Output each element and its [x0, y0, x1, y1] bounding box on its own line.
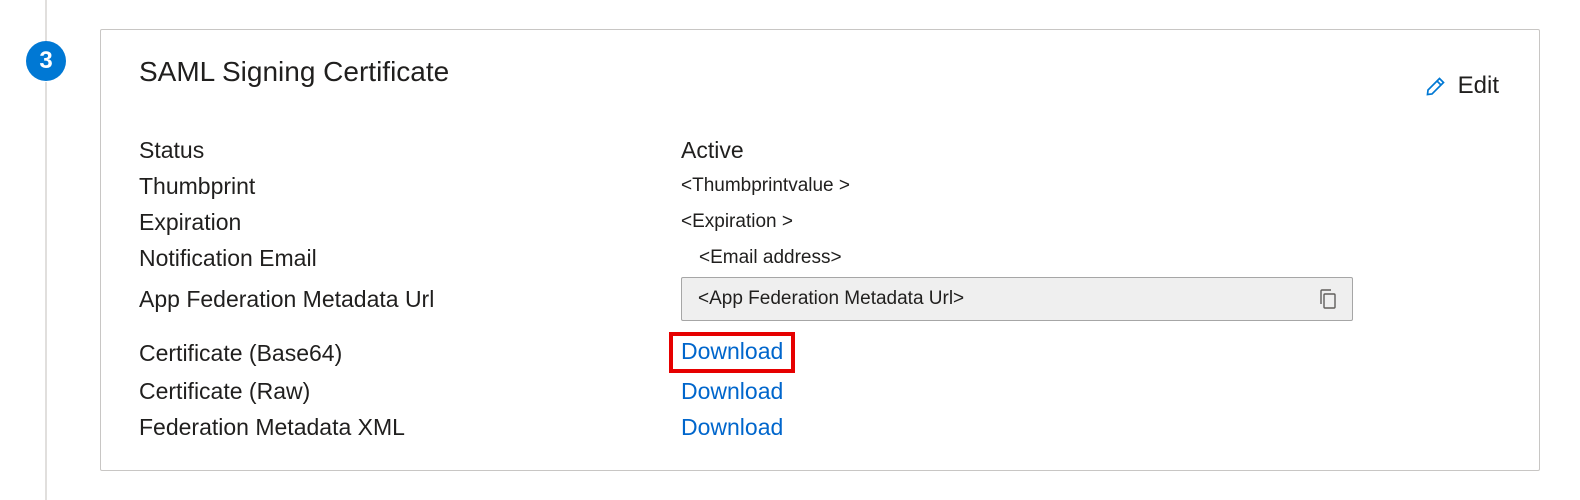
federation-url-text: <App Federation Metadata Url> — [698, 288, 1314, 310]
pencil-icon — [1424, 74, 1448, 98]
thumbprint-value: <Thumbprintvalue > — [681, 175, 1503, 197]
card-title: SAML Signing Certificate — [139, 56, 449, 88]
step-connector-line-bottom — [45, 82, 47, 500]
cert-raw-row: Certificate (Raw) Download — [139, 373, 1503, 409]
cert-base64-row: Certificate (Base64) Download — [139, 334, 1503, 373]
cert-raw-download-link[interactable]: Download — [681, 378, 783, 404]
cert-base64-value-cell: Download — [681, 334, 1503, 373]
federation-url-value-cell: <App Federation Metadata Url> — [681, 277, 1503, 321]
edit-button[interactable]: Edit — [1420, 68, 1503, 104]
expiration-label: Expiration — [139, 209, 681, 236]
cert-raw-label: Certificate (Raw) — [139, 378, 681, 405]
federation-url-field[interactable]: <App Federation Metadata Url> — [681, 277, 1353, 321]
card-header: SAML Signing Certificate Edit — [139, 56, 1503, 104]
federation-xml-label: Federation Metadata XML — [139, 414, 681, 441]
saml-signing-certificate-card: SAML Signing Certificate Edit Status Act… — [100, 29, 1540, 471]
federation-xml-download-link[interactable]: Download — [681, 414, 783, 440]
step-number-badge: 3 — [26, 41, 66, 81]
cert-raw-value-cell: Download — [681, 378, 1503, 405]
federation-xml-value-cell: Download — [681, 414, 1503, 441]
notification-email-value: <Email address> — [681, 247, 1503, 269]
status-label: Status — [139, 137, 681, 164]
expiration-value: <Expiration > — [681, 211, 1503, 233]
step-connector-line-top — [45, 0, 47, 41]
cert-base64-download-link[interactable]: Download — [681, 338, 783, 365]
step-number: 3 — [39, 47, 52, 75]
thumbprint-row: Thumbprint <Thumbprintvalue > — [139, 168, 1503, 204]
status-row: Status Active — [139, 132, 1503, 168]
copy-url-button[interactable] — [1314, 284, 1342, 314]
download-highlight-box: Download — [669, 332, 795, 373]
cert-base64-label: Certificate (Base64) — [139, 340, 681, 367]
edit-button-label: Edit — [1458, 72, 1499, 100]
copy-icon — [1318, 288, 1338, 310]
federation-url-label: App Federation Metadata Url — [139, 286, 681, 313]
federation-xml-row: Federation Metadata XML Download — [139, 409, 1503, 445]
expiration-row: Expiration <Expiration > — [139, 204, 1503, 240]
thumbprint-label: Thumbprint — [139, 173, 681, 200]
notification-email-label: Notification Email — [139, 245, 681, 272]
status-value: Active — [681, 137, 1503, 164]
notification-email-row: Notification Email <Email address> — [139, 240, 1503, 276]
federation-url-row: App Federation Metadata Url <App Federat… — [139, 276, 1503, 322]
